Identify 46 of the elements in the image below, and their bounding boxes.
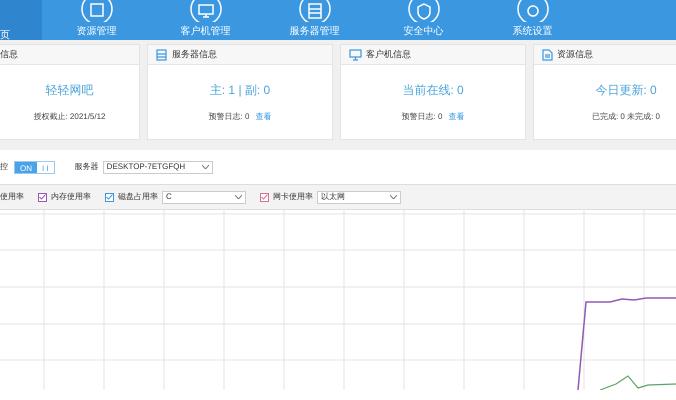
settings-icon	[516, 0, 548, 22]
check-icon	[261, 194, 268, 200]
metric-checkbox[interactable]	[260, 192, 269, 202]
card-title: 客户机信息	[366, 48, 411, 61]
view-link[interactable]: 查看	[255, 111, 272, 123]
check-icon	[39, 194, 46, 200]
monitor-icon	[190, 0, 222, 22]
card-title: 资源信息	[557, 48, 593, 61]
card-title: 服务器信息	[172, 48, 217, 61]
card-detail: 授权截止: 2021/5/12	[33, 111, 106, 123]
view-link[interactable]: 查看	[448, 111, 464, 123]
metric-label: 内存使用率	[51, 191, 91, 203]
card-value: 当前在线: 0	[402, 82, 464, 99]
card-value: 轻轻网吧	[46, 82, 94, 99]
metric-label: 磁盘占用率	[118, 191, 158, 203]
nav-tab[interactable]: 页	[0, 0, 42, 40]
card-detail: 预警日志: 0	[208, 111, 250, 123]
card-value: 主: 1 | 副: 0	[210, 82, 270, 99]
shield-icon	[408, 0, 440, 22]
caret-icon	[235, 195, 242, 199]
server-icon	[156, 48, 168, 60]
server-icon	[298, 0, 330, 22]
caret-icon	[390, 195, 397, 199]
metric-label: 使用率	[0, 191, 24, 203]
metric-checkbox[interactable]	[105, 192, 114, 202]
nav-tab[interactable]: 系统设置	[478, 0, 587, 40]
card-detail: 预警日志: 0	[402, 111, 442, 123]
document-icon	[542, 48, 553, 60]
metric-select[interactable]: C	[162, 190, 246, 204]
check-icon	[106, 194, 113, 200]
metric-select[interactable]: 以太网	[317, 190, 401, 204]
nav-tab[interactable]: 客户机管理	[151, 0, 260, 40]
monitor-label: 控	[0, 161, 8, 173]
metric-label: 网卡使用率	[273, 191, 313, 203]
card-value: 今日更新: 0	[595, 82, 657, 99]
card-detail: 已完成: 0 未完成: 0	[592, 111, 660, 123]
nav-tab[interactable]: 安全中心	[369, 0, 478, 40]
nav-tab[interactable]: 资源管理	[42, 0, 151, 40]
card-title: 信息	[0, 48, 18, 61]
server-select[interactable]: DESKTOP-7ETGFQH	[102, 160, 213, 174]
monitor-icon	[349, 48, 362, 60]
toggle-switch[interactable]: ON I I	[14, 160, 55, 174]
metric-checkbox[interactable]	[38, 192, 47, 202]
caret-icon	[202, 165, 209, 169]
server-label: 服务器	[74, 161, 99, 173]
nav-tab[interactable]: 服务器管理	[260, 0, 369, 40]
